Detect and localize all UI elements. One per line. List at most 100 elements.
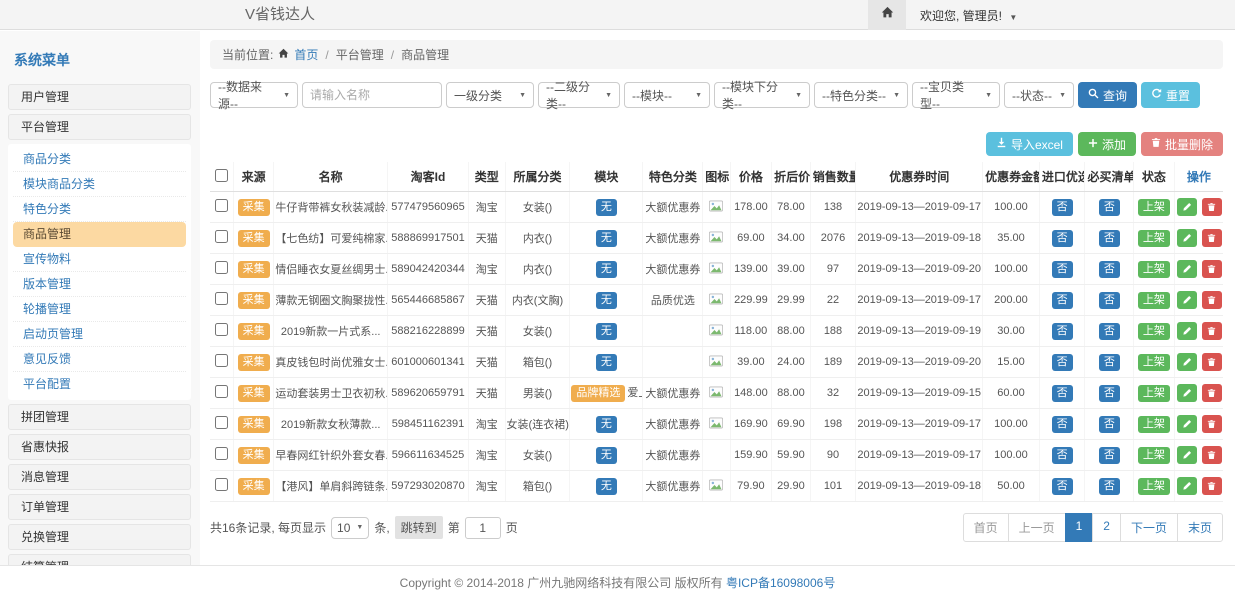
status-badge[interactable]: 上架 — [1138, 261, 1170, 278]
edit-button[interactable] — [1177, 322, 1197, 340]
status-badge[interactable]: 上架 — [1138, 323, 1170, 340]
import-select-badge[interactable]: 否 — [1052, 261, 1073, 278]
sidebar-subitem[interactable]: 宣传物料 — [13, 247, 186, 272]
sidebar-item[interactable]: 兑换管理 — [8, 524, 191, 550]
must-buy-badge[interactable]: 否 — [1099, 261, 1120, 278]
edit-button[interactable] — [1177, 353, 1197, 371]
page-button[interactable]: 2 — [1092, 513, 1121, 542]
row-checkbox[interactable] — [215, 261, 228, 274]
must-buy-badge[interactable]: 否 — [1099, 447, 1120, 464]
data-source-select[interactable]: --数据来源--▼ — [210, 82, 298, 108]
row-checkbox[interactable] — [215, 292, 228, 305]
delete-button[interactable] — [1202, 229, 1222, 247]
delete-button[interactable] — [1202, 446, 1222, 464]
item-type-select[interactable]: --宝贝类型--▼ — [912, 82, 1000, 108]
import-select-badge[interactable]: 否 — [1052, 478, 1073, 495]
name-search-input[interactable] — [302, 82, 442, 108]
row-checkbox[interactable] — [215, 416, 228, 429]
must-buy-badge[interactable]: 否 — [1099, 478, 1120, 495]
page-button[interactable]: 下一页 — [1120, 513, 1178, 542]
row-checkbox[interactable] — [215, 199, 228, 212]
row-checkbox[interactable] — [215, 354, 228, 367]
import-select-badge[interactable]: 否 — [1052, 292, 1073, 309]
row-checkbox[interactable] — [215, 385, 228, 398]
delete-button[interactable] — [1202, 260, 1222, 278]
must-buy-badge[interactable]: 否 — [1099, 323, 1120, 340]
select-all-checkbox[interactable] — [215, 169, 228, 182]
edit-button[interactable] — [1177, 477, 1197, 495]
breadcrumb-home-link[interactable]: 首页 — [294, 46, 318, 63]
delete-button[interactable] — [1202, 322, 1222, 340]
sidebar-subitem[interactable]: 版本管理 — [13, 272, 186, 297]
import-select-badge[interactable]: 否 — [1052, 447, 1073, 464]
page-button[interactable]: 末页 — [1177, 513, 1223, 542]
sidebar-subitem[interactable]: 意见反馈 — [13, 347, 186, 372]
jump-to-button[interactable]: 跳转到 — [395, 516, 443, 539]
delete-button[interactable] — [1202, 384, 1222, 402]
delete-button[interactable] — [1202, 477, 1222, 495]
import-select-badge[interactable]: 否 — [1052, 230, 1073, 247]
row-checkbox[interactable] — [215, 447, 228, 460]
delete-button[interactable] — [1202, 415, 1222, 433]
row-checkbox[interactable] — [215, 323, 228, 336]
sidebar-subitem[interactable]: 商品管理 — [13, 222, 186, 247]
delete-button[interactable] — [1202, 353, 1222, 371]
row-checkbox[interactable] — [215, 478, 228, 491]
must-buy-badge[interactable]: 否 — [1099, 230, 1120, 247]
status-badge[interactable]: 上架 — [1138, 447, 1170, 464]
page-button[interactable]: 首页 — [963, 513, 1009, 542]
sidebar-subitem[interactable]: 启动页管理 — [13, 322, 186, 347]
sidebar-subitem[interactable]: 模块商品分类 — [13, 172, 186, 197]
status-badge[interactable]: 上架 — [1138, 292, 1170, 309]
edit-button[interactable] — [1177, 229, 1197, 247]
edit-button[interactable] — [1177, 384, 1197, 402]
sidebar-item-user-management[interactable]: 用户管理 — [8, 84, 191, 110]
edit-button[interactable] — [1177, 446, 1197, 464]
delete-button[interactable] — [1202, 198, 1222, 216]
edit-button[interactable] — [1177, 415, 1197, 433]
page-button[interactable]: 1 — [1065, 513, 1094, 542]
status-badge[interactable]: 上架 — [1138, 354, 1170, 371]
import-select-badge[interactable]: 否 — [1052, 385, 1073, 402]
icp-link[interactable]: 粤ICP备16098006号 — [726, 576, 835, 590]
sidebar-subitem[interactable]: 商品分类 — [13, 147, 186, 172]
row-checkbox[interactable] — [215, 230, 228, 243]
status-badge[interactable]: 上架 — [1138, 416, 1170, 433]
sidebar-item[interactable]: 省惠快报 — [8, 434, 191, 460]
edit-button[interactable] — [1177, 198, 1197, 216]
status-badge[interactable]: 上架 — [1138, 230, 1170, 247]
import-select-badge[interactable]: 否 — [1052, 323, 1073, 340]
category-level1-select[interactable]: 一级分类▼ — [446, 82, 534, 108]
add-button[interactable]: 添加 — [1078, 132, 1136, 156]
sidebar-item[interactable]: 消息管理 — [8, 464, 191, 490]
edit-button[interactable] — [1177, 291, 1197, 309]
category-level2-select[interactable]: --二级分类--▼ — [538, 82, 620, 108]
delete-button[interactable] — [1202, 291, 1222, 309]
sidebar-item[interactable]: 拼团管理 — [8, 404, 191, 430]
page-number-input[interactable] — [465, 517, 501, 539]
must-buy-badge[interactable]: 否 — [1099, 199, 1120, 216]
import-select-badge[interactable]: 否 — [1052, 416, 1073, 433]
per-page-select[interactable]: 10▼ — [331, 517, 369, 539]
sidebar-item[interactable]: 订单管理 — [8, 494, 191, 520]
sidebar-item-platform-management[interactable]: 平台管理 — [8, 114, 191, 140]
sidebar-subitem[interactable]: 轮播管理 — [13, 297, 186, 322]
status-select[interactable]: --状态--▼ — [1004, 82, 1074, 108]
must-buy-badge[interactable]: 否 — [1099, 292, 1120, 309]
must-buy-badge[interactable]: 否 — [1099, 385, 1120, 402]
sidebar-subitem[interactable]: 特色分类 — [13, 197, 186, 222]
status-badge[interactable]: 上架 — [1138, 385, 1170, 402]
search-button[interactable]: 查询 — [1078, 82, 1137, 108]
page-button[interactable]: 上一页 — [1008, 513, 1066, 542]
user-menu[interactable]: 欢迎您, 管理员! ▼ — [920, 7, 1017, 24]
home-button[interactable] — [868, 0, 906, 30]
status-badge[interactable]: 上架 — [1138, 199, 1170, 216]
import-select-badge[interactable]: 否 — [1052, 199, 1073, 216]
status-badge[interactable]: 上架 — [1138, 478, 1170, 495]
edit-button[interactable] — [1177, 260, 1197, 278]
reset-button[interactable]: 重置 — [1141, 82, 1200, 108]
module-select[interactable]: --模块--▼ — [624, 82, 710, 108]
must-buy-badge[interactable]: 否 — [1099, 416, 1120, 433]
must-buy-badge[interactable]: 否 — [1099, 354, 1120, 371]
import-select-badge[interactable]: 否 — [1052, 354, 1073, 371]
